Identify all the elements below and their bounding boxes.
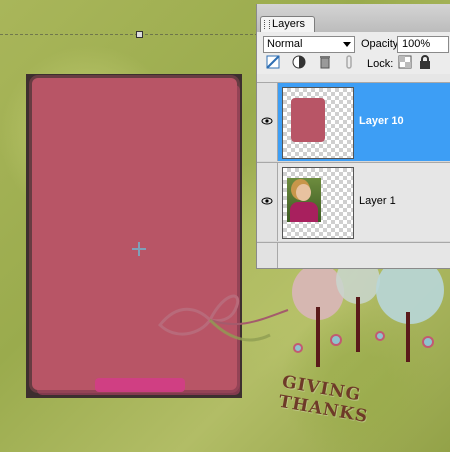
thumb-pink-frame [291,98,325,142]
layer-row-layer-10[interactable]: Layer 10 [257,82,450,161]
tab-layers-label: Layers [272,18,306,30]
layer-list[interactable]: Layer 10 Layer 1 [257,74,450,268]
tab-grip-icon[interactable] [264,20,270,29]
lock-transparency-icon[interactable] [397,54,413,70]
layer-name: Layer 1 [359,195,396,207]
layer-name: Layer 10 [359,115,404,127]
ribbon-bow [157,294,289,342]
visibility-toggle[interactable] [257,83,278,161]
transform-center-icon[interactable] [132,242,146,256]
eye-icon [261,117,273,125]
trash-icon[interactable] [317,54,333,70]
thumb-shirt [290,202,318,222]
eye-icon [261,197,273,205]
opacity-value: 100% [402,38,431,50]
layer-row-partial [257,74,450,82]
tree-embellishment [292,262,444,367]
link-icon[interactable] [341,54,357,70]
opacity-field[interactable]: 100% [397,36,449,53]
layers-panel[interactable]: Layers Normal Opacity: 100% Lock: Layer … [256,4,450,269]
adjustment-icon[interactable] [291,54,307,70]
thumb-face [296,184,311,201]
tab-layers[interactable]: Layers [260,16,315,32]
chevron-down-icon [343,42,351,47]
lock-label: Lock: [367,58,394,70]
panel-tabstrip: Layers [257,4,450,32]
new-fill-layer-icon[interactable] [265,54,281,70]
layer-row-layer-1[interactable]: Layer 1 [257,162,450,241]
layer-row-partial [257,242,450,268]
lock-icon[interactable] [417,54,433,70]
transform-handle[interactable] [136,31,143,38]
selection-marquee-top [0,34,258,35]
giving-thanks-text: GIVING THANKS [277,372,370,428]
pink-paint-splash [95,378,185,392]
blend-mode-value: Normal [267,38,303,50]
thumb-girl-photo [287,178,321,222]
layer-thumbnail [282,167,354,239]
blend-mode-select[interactable]: Normal [263,36,355,53]
opacity-label: Opacity: [361,38,402,50]
visibility-toggle[interactable] [257,243,278,268]
layer-thumbnail [282,87,354,159]
visibility-toggle[interactable] [257,163,278,241]
